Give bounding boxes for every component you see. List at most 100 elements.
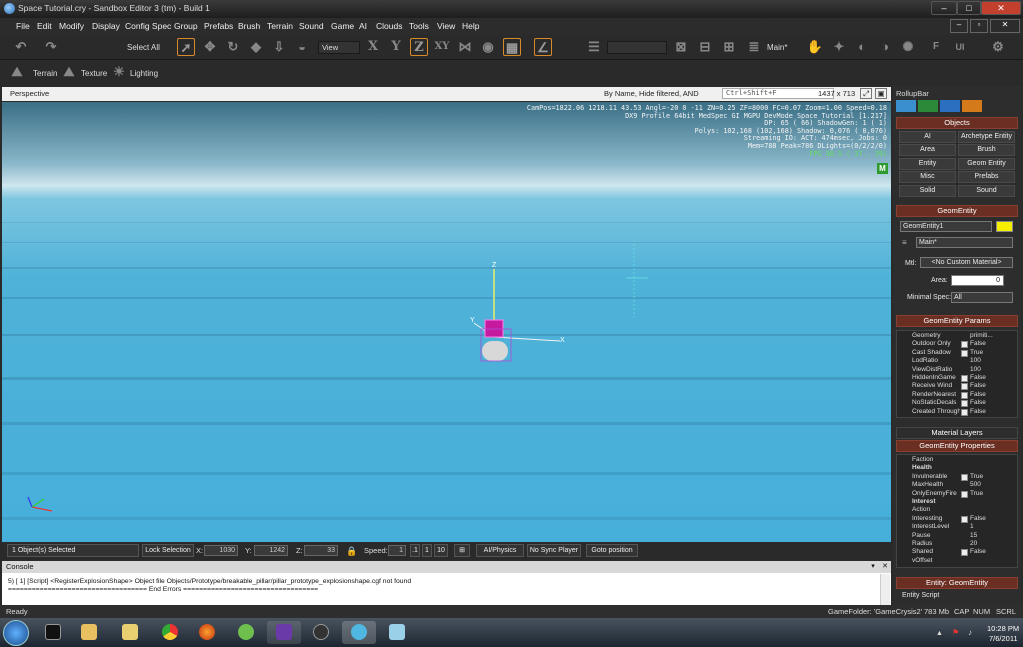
ai-physics-button[interactable]: AI/Physics	[476, 544, 524, 557]
menu-ai[interactable]: AI	[359, 21, 367, 31]
taskbar-cmd-icon[interactable]	[36, 621, 70, 644]
speed-field[interactable]: 1	[388, 545, 406, 556]
prop-pause[interactable]: Pause 15	[904, 532, 1006, 540]
menu-prefabs[interactable]: Prefabs	[204, 21, 233, 31]
axis-y-icon[interactable]: Y	[387, 38, 405, 56]
taskbar-editor-icon[interactable]	[380, 621, 414, 644]
sound-icon[interactable]: ✺	[899, 38, 917, 56]
prop-faction[interactable]: Faction	[904, 456, 1006, 464]
taskbar-firefox-icon[interactable]	[190, 621, 224, 644]
entity-name-input[interactable]: GeomEntity1	[900, 221, 992, 232]
undo-icon[interactable]: ↶	[12, 38, 30, 56]
param-nostaticdecals[interactable]: NoStaticDecals False	[904, 399, 1006, 408]
entity-header[interactable]: Entity: GeomEntity	[896, 577, 1018, 589]
tray-volume-icon[interactable]: ♪	[968, 628, 972, 637]
lighting-button[interactable]: Lighting	[130, 69, 158, 78]
grid-snap-icon[interactable]: ▦	[503, 38, 521, 56]
editor-minimize-button[interactable]: –	[950, 19, 968, 33]
axis-x-icon[interactable]: X	[364, 38, 382, 56]
viewport-options-icon[interactable]: ▣	[875, 88, 887, 99]
object-prefabs-button[interactable]: Prefabs	[958, 171, 1015, 183]
close-button[interactable]: ✕	[981, 1, 1021, 15]
viewport-maximize-icon[interactable]: ⤢	[860, 88, 872, 99]
object-snap-icon[interactable]: ◒	[293, 38, 311, 56]
param-lodratio[interactable]: LodRatio 100	[904, 357, 1006, 365]
minspec-select[interactable]: All	[951, 292, 1013, 303]
camera-icon[interactable]: ◐	[853, 38, 871, 56]
param-hiddeningame[interactable]: HiddenInGame False	[904, 374, 1006, 382]
prop-health-group[interactable]: Health	[904, 464, 1006, 472]
param-rendernearest[interactable]: RenderNearest False	[904, 391, 1006, 399]
clock-date[interactable]: 7/6/2011	[989, 634, 1018, 643]
console-scrollbar[interactable]	[880, 574, 890, 605]
transform-gizmo[interactable]	[442, 257, 582, 367]
menu-brush[interactable]: Brush	[238, 21, 260, 31]
network-icon[interactable]: ⊞	[454, 544, 470, 557]
param-geometry[interactable]: Geometry primiti...	[904, 332, 1006, 340]
ai-icon[interactable]: ✦	[830, 38, 848, 56]
start-button[interactable]	[3, 620, 29, 646]
prop-onlyenemyfire[interactable]: OnlyEnemyFire True	[904, 490, 1006, 498]
viewport-title[interactable]: Perspective	[10, 89, 49, 98]
current-layer[interactable]: Main*	[767, 43, 787, 52]
param-created-through-pool[interactable]: Created Through PoolFalse	[904, 408, 1006, 416]
flowgraph-icon[interactable]: F	[927, 38, 945, 56]
menu-clouds[interactable]: Clouds	[376, 21, 402, 31]
taskbar-folder-icon[interactable]	[113, 621, 147, 644]
snap-objects-icon[interactable]: ◉	[479, 38, 497, 56]
taskbar-explorer-icon[interactable]	[72, 621, 106, 644]
physics-icon[interactable]: ✋	[806, 38, 824, 56]
goto-position-button[interactable]: Goto position	[586, 544, 638, 557]
object-geom-entity-button[interactable]: Geom Entity	[958, 158, 1015, 170]
prop-interesting[interactable]: Interesting False	[904, 515, 1006, 523]
prop-voffset[interactable]: vOffset	[904, 557, 1006, 565]
ref-coord-select[interactable]: View	[318, 41, 360, 54]
layers-icon[interactable]: ≣	[745, 38, 763, 56]
lock-icon[interactable]: 🔒	[346, 546, 357, 557]
editor-restore-button[interactable]: ▫	[970, 19, 988, 33]
console-pin-icon[interactable]: ▾	[868, 562, 878, 572]
layer-icon-3[interactable]: ⊞	[720, 38, 738, 56]
param-outdoor-only[interactable]: Outdoor Only False	[904, 340, 1006, 349]
speed-option-10[interactable]: 10	[434, 544, 448, 557]
taskbar-app-icon[interactable]	[267, 621, 301, 644]
angle-snap-icon[interactable]: ∠	[534, 38, 552, 56]
speed-option-0.1[interactable]: .1	[410, 544, 420, 557]
material-button[interactable]: <No Custom Material>	[920, 257, 1013, 268]
z-coord-field[interactable]: 33	[304, 545, 338, 556]
material-layers-header[interactable]: Material Layers	[896, 427, 1018, 439]
object-area-button[interactable]: Area	[899, 144, 956, 156]
objects-header[interactable]: Objects	[896, 117, 1018, 129]
texture-button[interactable]: Texture	[81, 69, 107, 78]
geomentity-header[interactable]: GeomEntity	[896, 205, 1018, 217]
console-close-icon[interactable]: ✕	[880, 562, 890, 572]
rotate-tool-icon[interactable]: ↻	[224, 38, 242, 56]
settings-icon[interactable]: ⚙	[989, 38, 1007, 56]
menu-terrain[interactable]: Terrain	[267, 21, 293, 31]
object-sound-button[interactable]: Sound	[958, 185, 1015, 197]
perspective-viewport[interactable]: CamPos=1822.06 1218.11 43.53 Angl=-20 0 …	[2, 102, 891, 542]
ui-editor-icon[interactable]: UI	[951, 38, 969, 56]
properties-header[interactable]: GeomEntity Properties	[896, 440, 1018, 452]
tray-network-icon[interactable]: ⚑	[952, 628, 959, 637]
move-tool-icon[interactable]: ✥	[201, 38, 219, 56]
object-solid-button[interactable]: Solid	[899, 185, 956, 197]
clock-time[interactable]: 10:28 PM	[987, 624, 1019, 633]
axis-xy-icon[interactable]: XY	[433, 38, 451, 56]
param-receive-wind[interactable]: Receive Wind False	[904, 382, 1006, 391]
object-archetype-button[interactable]: Archetype Entity	[958, 131, 1015, 143]
layer-icon-2[interactable]: ⊟	[696, 38, 714, 56]
param-viewdistratio[interactable]: ViewDistRatio 100	[904, 366, 1006, 374]
tray-arrow-icon[interactable]: ▲	[936, 630, 943, 637]
object-ai-button[interactable]: AI	[899, 131, 956, 143]
prop-shared[interactable]: Shared False	[904, 548, 1006, 557]
prop-interestlevel[interactable]: InterestLevel 1	[904, 523, 1006, 531]
param-cast-shadow[interactable]: Cast Shadow True	[904, 349, 1006, 357]
editor-close-button[interactable]: ✕	[990, 19, 1020, 33]
maximize-button[interactable]: □	[957, 1, 981, 15]
entity-color-swatch[interactable]	[996, 221, 1013, 232]
minimize-button[interactable]: –	[931, 1, 957, 15]
terrain-button[interactable]: Terrain	[33, 69, 57, 78]
named-selection-select[interactable]	[607, 41, 667, 54]
prop-interest-group[interactable]: Interest	[904, 498, 1006, 506]
